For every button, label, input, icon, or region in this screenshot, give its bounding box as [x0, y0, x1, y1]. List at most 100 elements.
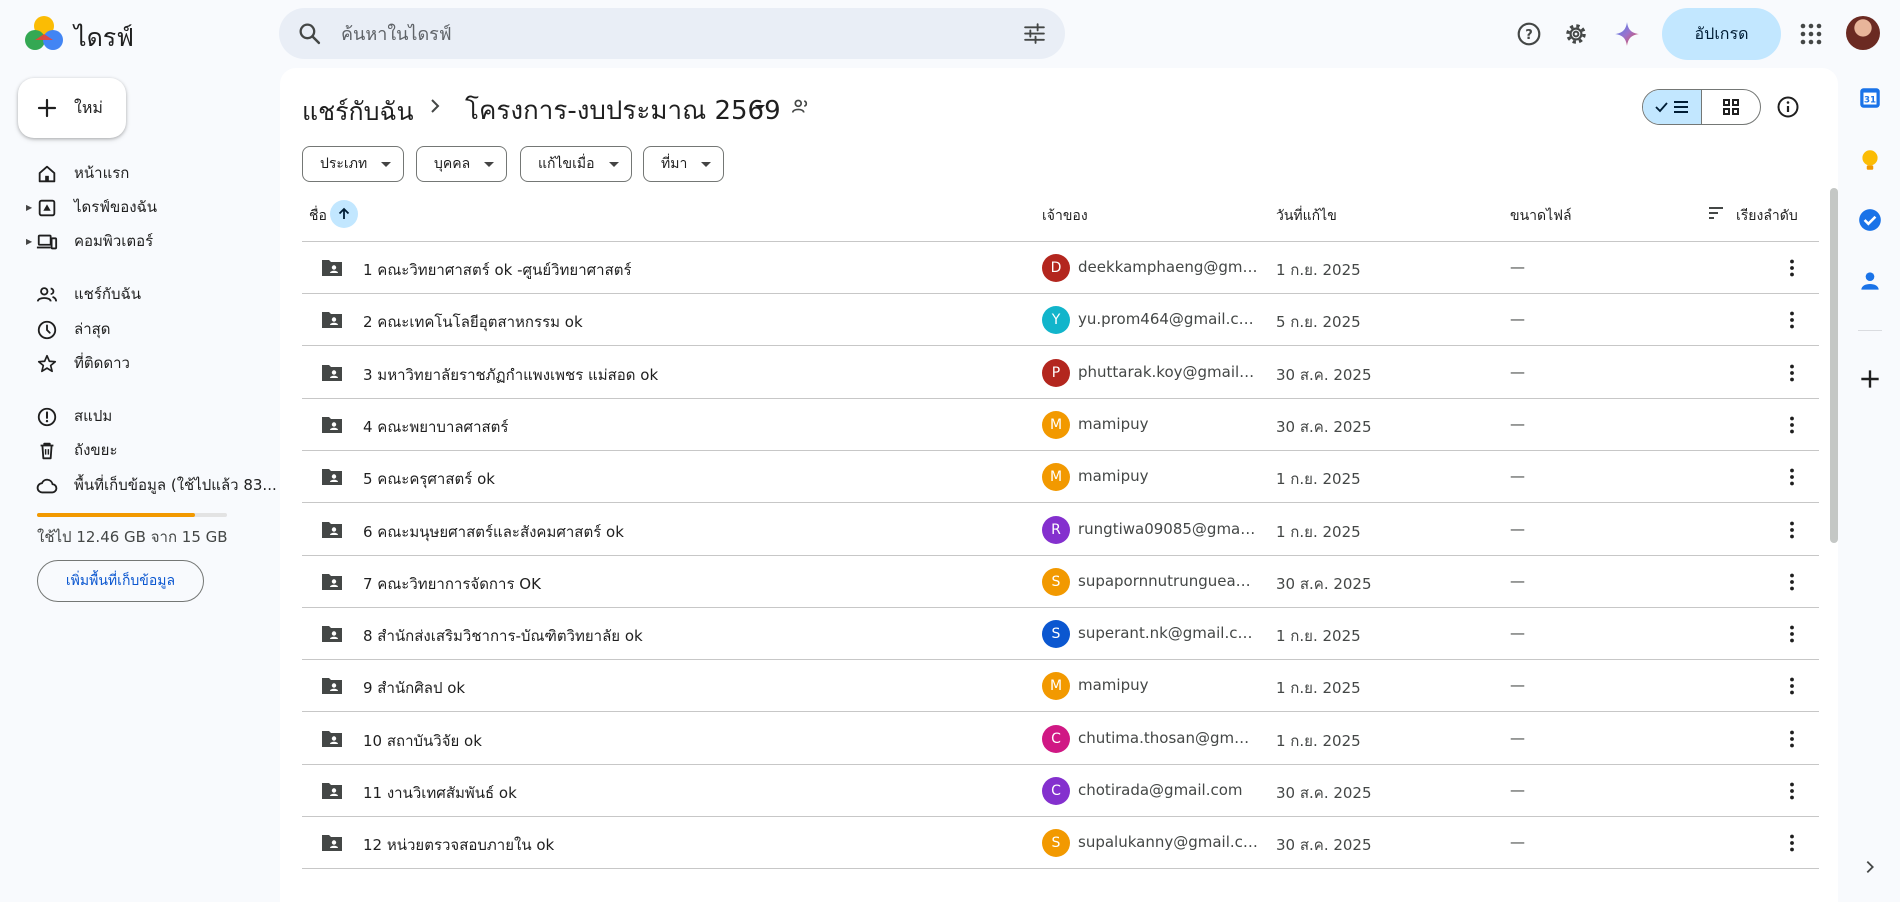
table-row[interactable]: 4 คณะพยาบาลศาสตร์ Mmamipuy 30 ส.ค. 2025 —: [302, 399, 1819, 451]
file-name[interactable]: 6 คณะมนุษยศาสตร์และสังคมศาสตร์ ok: [363, 520, 624, 544]
table-row[interactable]: 7 คณะวิทยาการจัดการ OK Ssupapornnutrungue…: [302, 556, 1819, 608]
app-title[interactable]: ไดรฟ์: [74, 18, 134, 58]
breadcrumb-current-folder[interactable]: โครงการ-งบประมาณ 2569: [465, 90, 781, 131]
more-vert-icon[interactable]: [1780, 413, 1804, 437]
more-vert-icon[interactable]: [1780, 256, 1804, 280]
spam-icon: [37, 407, 57, 427]
check-list-icon: [1655, 101, 1688, 113]
file-name[interactable]: 8 สำนักส่งเสริมวิชาการ-บัณฑิตวิทยาลัย ok: [363, 624, 643, 648]
settings-gear-icon[interactable]: [1561, 19, 1591, 49]
expand-arrow-icon[interactable]: ▶: [26, 203, 32, 212]
more-vert-icon[interactable]: [1780, 674, 1804, 698]
column-header-size[interactable]: ขนาดไฟล์: [1510, 205, 1572, 227]
table-row[interactable]: 2 คณะเทคโนโลยีอุตสาหกรรม ok Yyu.prom464@g…: [302, 294, 1819, 347]
file-name[interactable]: 9 สำนักศิลป ok: [363, 676, 465, 700]
sidebar-item-recent[interactable]: ล่าสุด: [24, 313, 264, 345]
gemini-sparkle-icon[interactable]: [1612, 19, 1642, 49]
list-view-button[interactable]: [1643, 90, 1702, 124]
file-name[interactable]: 2 คณะเทคโนโลยีอุตสาหกรรม ok: [363, 310, 583, 334]
new-button[interactable]: ใหม่: [18, 78, 126, 138]
file-name[interactable]: 5 คณะครุศาสตร์ ok: [363, 467, 495, 491]
more-vert-icon[interactable]: [1780, 518, 1804, 542]
table-row[interactable]: 12 หน่วยตรวจสอบภายใน ok Ssupalukanny@gmai…: [302, 817, 1819, 870]
sidebar-item-label: สแปม: [74, 407, 113, 425]
filter-modified-chip[interactable]: แก้ไขเมื่อ: [520, 146, 632, 182]
new-button-label: ใหม่: [74, 97, 103, 117]
sidebar-item-trash[interactable]: ถังขยะ: [24, 434, 264, 466]
file-name[interactable]: 10 สถาบันวิจัย ok: [363, 729, 482, 753]
calendar-icon[interactable]: 31: [1857, 85, 1883, 111]
table-row[interactable]: 10 สถาบันวิจัย ok Cchutima.thosan@gmail.c…: [302, 713, 1819, 765]
sidebar-item-starred[interactable]: ที่ติดดาว: [24, 347, 264, 379]
breadcrumb-root[interactable]: แชร์กับฉัน: [302, 92, 414, 132]
search-bar[interactable]: [279, 8, 1065, 59]
table-row[interactable]: 8 สำนักส่งเสริมวิชาการ-บัณฑิตวิทยาลัย ok…: [302, 608, 1819, 661]
column-header-name[interactable]: ชื่อ: [309, 205, 327, 227]
column-header-modified[interactable]: วันที่แก้ไข: [1276, 205, 1337, 227]
info-icon[interactable]: [1776, 95, 1800, 119]
table-row[interactable]: 5 คณะครุศาสตร์ ok Mmamipuy 1 ก.ย. 2025 —: [302, 451, 1819, 504]
apps-grid-icon[interactable]: [1796, 19, 1826, 49]
table-row[interactable]: 3 มหาวิทยาลัยราชภัฏกำแพงเพชร แม่สอด ok Pp…: [302, 347, 1819, 399]
filter-source-chip[interactable]: ที่มา: [643, 146, 725, 182]
sidebar-item-shared-with-me[interactable]: แชร์กับฉัน: [24, 278, 264, 310]
account-avatar[interactable]: [1846, 16, 1880, 50]
file-name[interactable]: 3 มหาวิทยาลัยราชภัฏกำแพงเพชร แม่สอด ok: [363, 363, 658, 387]
tasks-icon[interactable]: [1857, 207, 1883, 233]
more-vert-icon[interactable]: [1780, 570, 1804, 594]
table-row[interactable]: 1 คณะวิทยาศาสตร์ ok -ศูนย์วิทยาศาสตร์ Dde…: [302, 242, 1819, 294]
grid-view-button[interactable]: [1702, 90, 1760, 124]
search-icon[interactable]: [297, 21, 322, 46]
add-storage-button[interactable]: เพิ่มพื้นที่เก็บข้อมูล: [37, 560, 204, 602]
sidebar-item-my-drive[interactable]: ▶ ไดรฟ์ของฉัน: [24, 191, 264, 223]
sort-ascending-button[interactable]: [330, 200, 358, 228]
more-vert-icon[interactable]: [1780, 779, 1804, 803]
owner-avatar: C: [1042, 724, 1070, 753]
upgrade-button[interactable]: อัปเกรด: [1662, 8, 1781, 60]
sort-options-label[interactable]: เรียงลำดับ: [1736, 205, 1798, 227]
column-header-owner[interactable]: เจ้าของ: [1042, 205, 1088, 227]
more-vert-icon[interactable]: [1780, 831, 1804, 855]
more-vert-icon[interactable]: [1780, 622, 1804, 646]
sidebar-item-storage[interactable]: พื้นที่เก็บข้อมูล (ใช้ไปแล้ว 83...: [24, 469, 277, 501]
computers-icon: [36, 234, 58, 250]
drive-logo-icon[interactable]: [24, 14, 64, 54]
filter-type-chip[interactable]: ประเภท: [302, 146, 405, 182]
scrollbar[interactable]: [1830, 188, 1838, 543]
more-vert-icon[interactable]: [1780, 361, 1804, 385]
search-options-icon[interactable]: [1022, 21, 1047, 46]
add-addon-plus-icon[interactable]: [1857, 366, 1883, 392]
more-vert-icon[interactable]: [1780, 727, 1804, 751]
file-name[interactable]: 4 คณะพยาบาลศาสตร์: [363, 415, 508, 439]
more-vert-icon[interactable]: [1780, 465, 1804, 489]
help-icon[interactable]: ?: [1514, 19, 1544, 49]
file-name[interactable]: 7 คณะวิทยาการจัดการ OK: [363, 572, 541, 596]
table-row[interactable]: 11 งานวิเทศสัมพันธ์ ok Cchotirada@gmail.c…: [302, 765, 1819, 817]
file-name[interactable]: 11 งานวิเทศสัมพันธ์ ok: [363, 781, 517, 805]
contacts-icon[interactable]: [1857, 268, 1883, 294]
search-input[interactable]: [341, 18, 981, 50]
sidebar-item-computers[interactable]: ▶ คอมพิวเตอร์: [24, 225, 264, 257]
table-row[interactable]: 6 คณะมนุษยศาสตร์และสังคมศาสตร์ ok Rrungti…: [302, 504, 1819, 556]
modified-date: 5 ก.ย. 2025: [1276, 313, 1361, 332]
sidebar-item-label: ล่าสุด: [74, 320, 111, 338]
shared-folder-people-icon[interactable]: [790, 96, 812, 118]
rail-divider: [1858, 330, 1882, 331]
file-name[interactable]: 12 หน่วยตรวจสอบภายใน ok: [363, 833, 554, 857]
modified-date: 1 ก.ย. 2025: [1276, 522, 1361, 541]
chevron-right-icon[interactable]: [1861, 858, 1879, 876]
sidebar-item-spam[interactable]: สแปม: [24, 400, 264, 432]
home-icon: [38, 165, 56, 183]
sidebar-item-home[interactable]: หน้าแรก: [24, 157, 264, 189]
more-vert-icon[interactable]: [1780, 308, 1804, 332]
dropdown-arrow-icon[interactable]: [750, 97, 770, 117]
keep-icon[interactable]: [1857, 147, 1883, 173]
file-size: —: [1510, 833, 1525, 852]
table-row[interactable]: 9 สำนักศิลป ok Mmamipuy 1 ก.ย. 2025 —: [302, 660, 1819, 713]
modified-date: 30 ส.ค. 2025: [1276, 417, 1372, 436]
file-name[interactable]: 1 คณะวิทยาศาสตร์ ok -ศูนย์วิทยาศาสตร์: [363, 258, 632, 282]
sidebar-item-label: หน้าแรก: [74, 164, 130, 182]
expand-arrow-icon[interactable]: ▶: [26, 237, 32, 246]
sort-options-icon[interactable]: [1707, 206, 1725, 220]
filter-people-chip[interactable]: บุคคล: [416, 146, 508, 182]
